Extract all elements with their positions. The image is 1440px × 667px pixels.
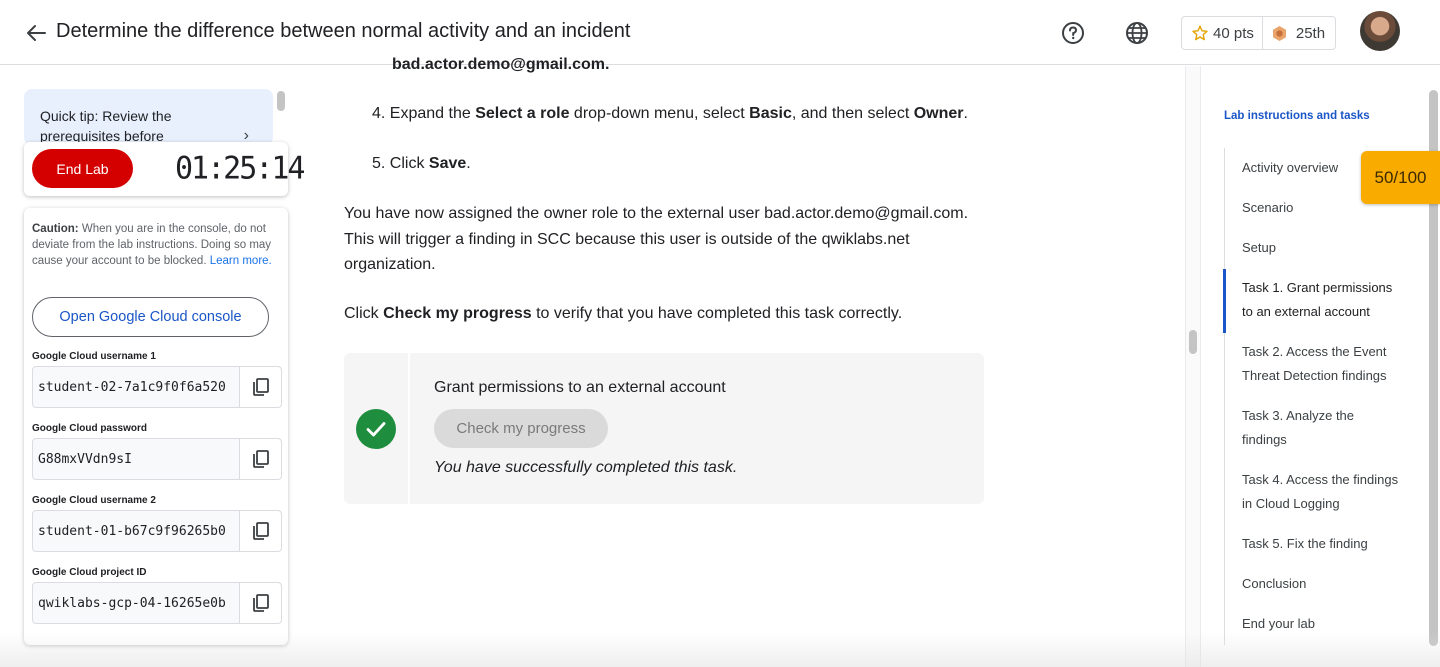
- password-field: G88mxVVdn9sI: [32, 438, 282, 480]
- copy-icon[interactable]: [240, 439, 281, 479]
- username1-label: Google Cloud username 1: [32, 351, 156, 362]
- progress-check-card: Grant permissions to an external account…: [344, 353, 984, 504]
- toc-item-task-1[interactable]: Task 1. Grant permissions to an external…: [1242, 276, 1402, 324]
- copy-icon[interactable]: [240, 367, 281, 407]
- caution-label: Caution:: [32, 223, 79, 235]
- lab-score-badge[interactable]: 50/100: [1361, 151, 1440, 204]
- copy-icon[interactable]: [240, 511, 281, 551]
- card-divider: [408, 353, 410, 504]
- toc-item-conclusion[interactable]: Conclusion: [1242, 572, 1402, 596]
- step-text: .: [466, 155, 471, 172]
- language-globe-icon[interactable]: [1124, 20, 1150, 46]
- check-progress-button[interactable]: Check my progress: [434, 409, 608, 448]
- star-icon: [1192, 25, 1208, 41]
- checkmark-icon: [356, 409, 396, 449]
- step-bold: Basic: [749, 105, 792, 122]
- toc-item-task-5[interactable]: Task 5. Fix the finding: [1242, 532, 1402, 556]
- content-scrollbar[interactable]: [1185, 66, 1201, 667]
- project-id-label: Google Cloud project ID: [32, 567, 147, 578]
- points-display: 40 pts: [1182, 17, 1263, 49]
- toc-item-task-4[interactable]: Task 4. Access the findings in Cloud Log…: [1242, 468, 1402, 516]
- step-text: Expand the: [389, 105, 476, 122]
- rank-label: 25th: [1295, 24, 1326, 42]
- username2-label: Google Cloud username 2: [32, 495, 156, 506]
- step-number: 4.: [372, 105, 386, 122]
- password-label: Google Cloud password: [32, 423, 148, 434]
- step-number: 5.: [372, 155, 386, 172]
- scrollbar-thumb[interactable]: [1189, 330, 1197, 354]
- password-value[interactable]: G88mxVVdn9sI: [33, 439, 241, 479]
- step-4: 4. Expand the Select a role drop-down me…: [372, 105, 968, 123]
- owner-role-paragraph: You have now assigned the owner role to …: [344, 205, 969, 273]
- toc-item-task-2[interactable]: Task 2. Access the Event Threat Detectio…: [1242, 340, 1402, 388]
- end-lab-card: End Lab 01:25:14: [24, 142, 305, 196]
- step-bold: Save: [428, 155, 467, 172]
- check-progress-paragraph: Click Check my progress to verify that y…: [344, 301, 984, 327]
- username2-value[interactable]: student-01-b67c9f96265b0: [33, 511, 241, 551]
- username2-field: student-01-b67c9f96265b0: [32, 510, 282, 552]
- user-avatar[interactable]: [1360, 11, 1400, 51]
- para-text: Click: [344, 305, 384, 322]
- back-arrow-icon[interactable]: [22, 20, 50, 46]
- rank-display: 25th: [1263, 25, 1325, 42]
- step-bold: Owner: [913, 105, 964, 122]
- step-text: .: [963, 105, 968, 122]
- toc-item-setup[interactable]: Setup: [1242, 236, 1402, 260]
- step-5: 5. Click Save.: [372, 155, 471, 173]
- project-id-value[interactable]: qwiklabs-gcp-04-16265e0b: [33, 583, 241, 623]
- copy-icon[interactable]: [240, 583, 281, 623]
- toc-heading[interactable]: Lab instructions and tasks: [1224, 110, 1370, 122]
- toc-rail: [1224, 148, 1225, 645]
- step-text: drop-down menu, select: [569, 105, 750, 122]
- para-text: to verify that you have completed this t…: [531, 305, 903, 322]
- progress-task-title: Grant permissions to an external account: [434, 379, 726, 396]
- toc-item-task-3[interactable]: Task 3. Analyze the findings: [1242, 404, 1402, 452]
- league-badge-icon: [1272, 25, 1286, 41]
- credentials-card: Caution: When you are in the console, do…: [24, 208, 288, 645]
- learn-more-link[interactable]: Learn more.: [210, 255, 272, 267]
- open-console-button[interactable]: Open Google Cloud console: [32, 297, 269, 337]
- left-panel-scrollbar[interactable]: [277, 91, 285, 111]
- project-id-field: qwiklabs-gcp-04-16265e0b: [32, 582, 282, 624]
- caution-note: Caution: When you are in the console, do…: [32, 221, 282, 269]
- toc-active-indicator: [1223, 269, 1226, 333]
- username1-value[interactable]: student-02-7a1c9f0f6a520: [33, 367, 241, 407]
- step-text: Click: [389, 155, 429, 172]
- progress-success-message: You have successfully completed this tas…: [434, 459, 738, 476]
- help-icon[interactable]: [1060, 20, 1086, 46]
- step-text: , and then select: [791, 105, 914, 122]
- step-bold: Select a role: [475, 105, 570, 122]
- username1-field: student-02-7a1c9f0f6a520: [32, 366, 282, 408]
- score-summary[interactable]: 40 pts 25th: [1181, 16, 1336, 50]
- quick-tip-text: Quick tip: Review the prerequisites befo…: [40, 108, 172, 144]
- para-bold: Check my progress: [383, 305, 532, 322]
- partial-email-text: bad.actor.demo@gmail.com.: [392, 56, 610, 73]
- points-label: 40 pts: [1213, 24, 1254, 42]
- page-title: Determine the difference between normal …: [56, 20, 631, 42]
- toc-item-end-lab[interactable]: End your lab: [1242, 612, 1402, 636]
- top-bar: Determine the difference between normal …: [0, 0, 1440, 65]
- lab-timer: 01:25:14: [175, 150, 305, 187]
- end-lab-button[interactable]: End Lab: [32, 149, 133, 188]
- quick-tip-card[interactable]: Quick tip: Review the prerequisites befo…: [24, 89, 273, 145]
